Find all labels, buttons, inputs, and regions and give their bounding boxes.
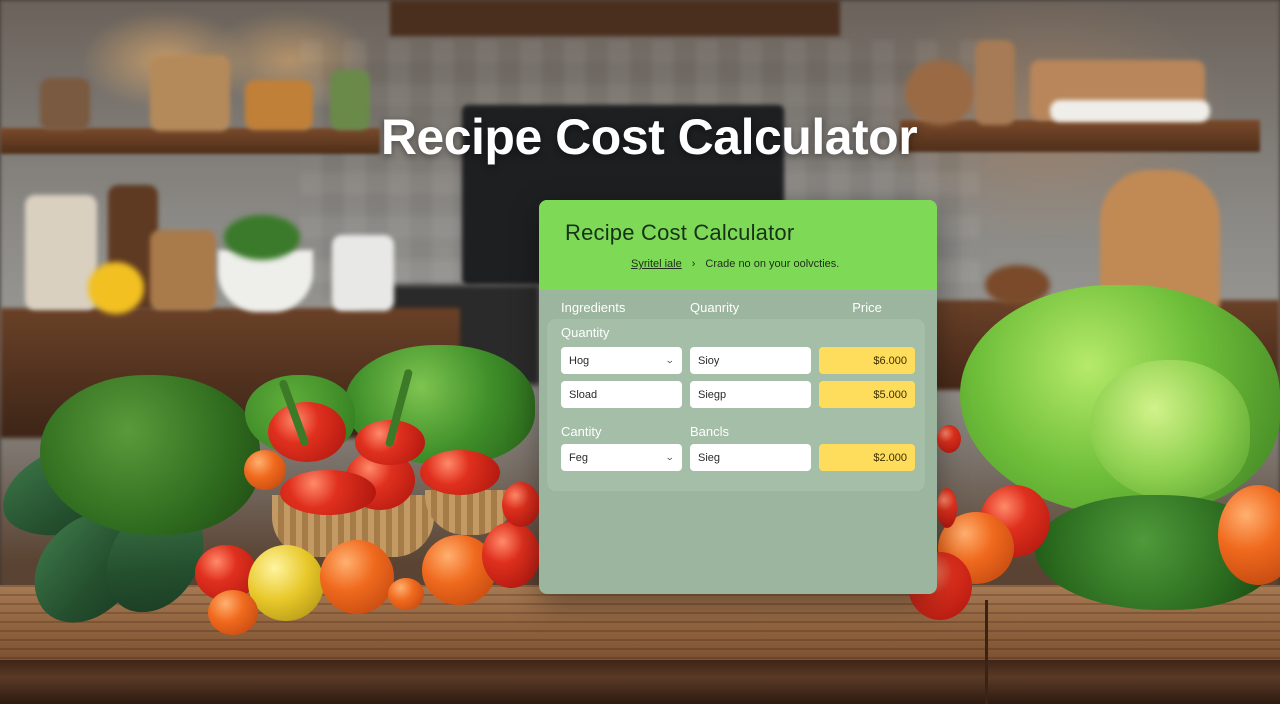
sub-labels: Cantity Bancls [561, 424, 911, 439]
column-header-price: Price [852, 300, 882, 315]
tomato [320, 540, 394, 614]
column-header-quantity: Quanrity [690, 300, 740, 315]
section-label: Quantity [561, 325, 610, 340]
bottle [150, 230, 216, 310]
ingredient-row: Hog ⌄ Sioy $6.000 [561, 347, 915, 374]
price-field[interactable]: $5.000 [819, 381, 915, 408]
ceiling-beam [390, 0, 840, 36]
chevron-down-icon: ⌄ [665, 452, 676, 462]
tomato [502, 482, 540, 527]
tomato [280, 470, 376, 515]
ingredient-select[interactable]: Hog ⌄ [561, 347, 682, 374]
price-value: $2.000 [873, 451, 907, 464]
sub-label-bancls: Bancls [690, 424, 730, 439]
ingredient-row: Feg ⌄ Sieg $2.000 [561, 444, 915, 471]
panel-title: Recipe Cost Calculator [565, 220, 795, 245]
tomato [268, 402, 346, 462]
breadcrumb: Syritel iale › Crade no on your oolvctie… [631, 258, 937, 270]
tomato [208, 590, 258, 635]
ingredient-value: Hog [569, 354, 590, 367]
plant [224, 215, 300, 260]
ingredient-select[interactable]: Feg ⌄ [561, 444, 682, 471]
tomato [244, 450, 286, 490]
price-value: $5.000 [873, 388, 907, 401]
quantity-value: Siegp [698, 388, 727, 401]
quantity-section: Quantity Hog ⌄ Sioy $6.000 Sload Siegp $… [547, 319, 925, 491]
quantity-input[interactable]: Sioy [690, 347, 811, 374]
yellow-tomato [248, 545, 324, 621]
ingredient-input[interactable]: Sload [561, 381, 682, 408]
recipe-cost-calculator-panel: Recipe Cost Calculator Syritel iale › Cr… [539, 200, 937, 594]
tomato [482, 522, 540, 588]
jar [25, 195, 97, 310]
ingredient-value: Sload [569, 388, 598, 401]
column-header-ingredients: Ingredients [561, 300, 626, 315]
table-edge [0, 660, 1280, 704]
chevron-down-icon: ⌄ [665, 355, 676, 365]
price-field[interactable]: $6.000 [819, 347, 915, 374]
lemon [88, 262, 144, 314]
column-headers: Ingredients Quanrity Price [561, 300, 915, 315]
quantity-value: Sioy [698, 354, 720, 367]
quantity-value: Sieg [698, 451, 721, 464]
sub-label-cantity: Cantity [561, 424, 602, 439]
ingredient-row: Sload Siegp $5.000 [561, 381, 915, 408]
table-seam [985, 600, 988, 704]
price-field[interactable]: $2.000 [819, 444, 915, 471]
mug [332, 235, 394, 311]
quantity-input[interactable]: Sieg [690, 444, 811, 471]
breadcrumb-text: Crade no on your oolvcties. [705, 258, 840, 270]
chevron-right-icon: › [691, 258, 696, 270]
tomato [420, 450, 500, 495]
tomato [937, 425, 961, 453]
price-value: $6.000 [873, 354, 907, 367]
tomato [937, 488, 957, 528]
ingredient-value: Feg [569, 451, 588, 464]
tomato [388, 578, 424, 610]
hero-title: Recipe Cost Calculator [380, 109, 918, 165]
breadcrumb-link[interactable]: Syritel iale [631, 258, 682, 270]
panel-header: Recipe Cost Calculator Syritel iale › Cr… [539, 200, 937, 290]
quantity-input[interactable]: Siegp [690, 381, 811, 408]
